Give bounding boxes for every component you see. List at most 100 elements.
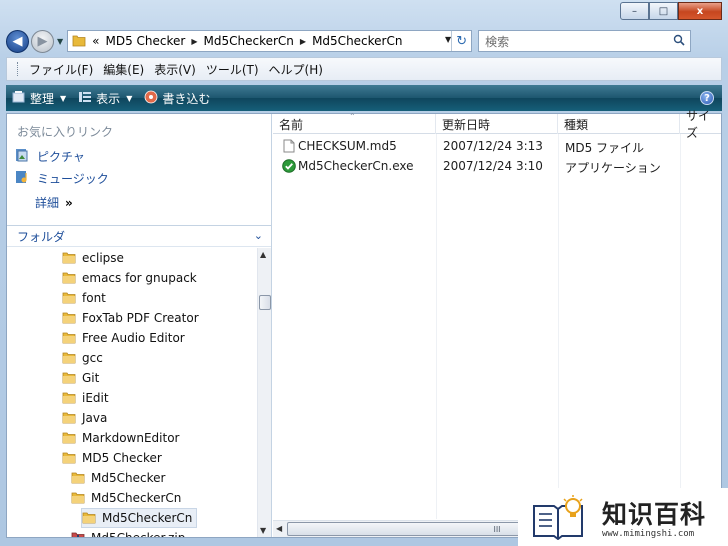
view-button[interactable]: 表示 ▼ bbox=[78, 90, 132, 107]
folder-tree-label: eclipse bbox=[82, 251, 124, 265]
folder-tree-item[interactable]: Java bbox=[62, 408, 107, 428]
double-chevron-icon: » bbox=[65, 196, 73, 210]
breadcrumb-md5-checker[interactable]: MD5 Checker bbox=[106, 34, 186, 48]
column-date[interactable]: 更新日時 bbox=[436, 114, 558, 134]
breadcrumb-separator-icon[interactable]: ▶ bbox=[191, 37, 197, 46]
view-label: 表示 bbox=[96, 91, 121, 106]
breadcrumb-md5checkercn-current[interactable]: Md5CheckerCn bbox=[312, 34, 402, 48]
column-name[interactable]: 名前 ⌃ bbox=[273, 112, 436, 134]
folder-tree-item[interactable]: Git bbox=[62, 368, 99, 388]
folder-tree-item[interactable]: MD5 Checker bbox=[62, 448, 162, 468]
folder-tree-label: Java bbox=[82, 411, 108, 425]
menu-edit[interactable]: 編集(E) bbox=[98, 61, 149, 78]
folder-icon bbox=[62, 310, 76, 327]
column-size[interactable]: サイズ bbox=[680, 109, 720, 140]
vertical-scrollbar[interactable]: ▲ ▼ bbox=[257, 248, 271, 537]
view-icon bbox=[78, 90, 92, 107]
folder-tree-item[interactable]: Md5Checker bbox=[71, 468, 165, 488]
folder-tree-label: FoxTab PDF Creator bbox=[82, 311, 199, 325]
forward-button[interactable]: ▶ bbox=[31, 29, 54, 53]
folder-tree-label: gcc bbox=[82, 351, 103, 365]
folder-icon bbox=[62, 330, 76, 347]
folder-tree-item[interactable]: Md5CheckerCn bbox=[81, 508, 198, 528]
back-button[interactable]: ◀ bbox=[6, 29, 29, 53]
folder-tree-item[interactable]: FoxTab PDF Creator bbox=[62, 308, 199, 328]
search-input[interactable]: 検索 bbox=[478, 30, 692, 52]
column-type[interactable]: 種類 bbox=[558, 114, 680, 134]
folder-tree-item[interactable]: gcc bbox=[62, 348, 103, 368]
folder-icon bbox=[62, 390, 76, 407]
back-arrow-icon: ◀ bbox=[12, 33, 23, 49]
breadcrumb-md5checkercn-parent[interactable]: Md5CheckerCn bbox=[204, 34, 294, 48]
column-size-label: サイズ bbox=[686, 109, 711, 140]
folder-tree-label: Md5CheckerCn bbox=[102, 511, 193, 525]
folders-title: フォルダ bbox=[17, 229, 66, 244]
menu-grip bbox=[17, 62, 20, 76]
recent-pages-dropdown[interactable]: ▼ bbox=[57, 37, 63, 46]
address-overflow[interactable]: « bbox=[92, 34, 99, 48]
refresh-icon: ↻ bbox=[456, 33, 468, 49]
folder-tree-label: Git bbox=[82, 371, 100, 385]
folder-tree-item[interactable]: MarkdownEditor bbox=[62, 428, 179, 448]
watermark-text: 知识百科 www.mimingshi.com bbox=[602, 495, 706, 539]
folder-icon bbox=[62, 410, 76, 427]
folder-icon bbox=[62, 430, 76, 447]
breadcrumb-separator-icon[interactable]: ▶ bbox=[300, 37, 306, 46]
folder-tree-item[interactable]: Md5Checker.zip bbox=[71, 528, 185, 537]
minimize-button[interactable]: – bbox=[620, 2, 649, 20]
file-date: 2007/12/24 3:13 bbox=[443, 139, 543, 153]
close-button[interactable]: x bbox=[678, 2, 722, 20]
file-type: MD5 ファイル bbox=[565, 141, 645, 155]
help-icon[interactable]: ? bbox=[700, 91, 714, 105]
file-list-pane: 名前 ⌃ 更新日時 種類 サイズ CHECKSUM.md5 2007/12/24… bbox=[273, 109, 721, 537]
green-check-icon bbox=[282, 159, 296, 176]
favorites-title: お気に入りリンク bbox=[17, 125, 114, 139]
scroll-left-arrow-icon[interactable]: ◀ bbox=[276, 524, 282, 533]
folder-tree-label: MarkdownEditor bbox=[82, 431, 180, 445]
scroll-up-arrow-icon[interactable]: ▲ bbox=[260, 250, 266, 259]
refresh-button[interactable]: ↻ bbox=[451, 31, 471, 51]
favorite-pictures[interactable]: ピクチャ bbox=[15, 148, 85, 165]
folder-tree-label: Md5Checker bbox=[91, 471, 166, 485]
folder-tree-item[interactable]: emacs for gnupack bbox=[62, 268, 197, 288]
menu-view[interactable]: 表示(V) bbox=[149, 61, 201, 78]
forward-arrow-icon: ▶ bbox=[37, 33, 48, 49]
folder-tree-item[interactable]: font bbox=[62, 288, 106, 308]
music-icon bbox=[15, 170, 29, 187]
folder-tree-label: MD5 Checker bbox=[82, 451, 162, 465]
burn-label: 書き込む bbox=[162, 91, 211, 106]
folder-icon bbox=[71, 470, 85, 487]
scrollbar-thumb[interactable] bbox=[259, 295, 271, 310]
navigation-pane: お気に入りリンク ピクチャ ミュージック 詳細» フォルダ ⌄ eclipse … bbox=[7, 114, 272, 537]
folder-tree-item[interactable]: Md5CheckerCn bbox=[71, 488, 181, 508]
search-placeholder: 検索 bbox=[485, 34, 510, 49]
maximize-button[interactable]: □ bbox=[649, 2, 678, 20]
folder-tree-item[interactable]: eclipse bbox=[62, 248, 124, 268]
search-icon[interactable] bbox=[673, 34, 685, 46]
folders-header[interactable]: フォルダ ⌄ bbox=[7, 225, 271, 247]
chevron-down-icon: ⌄ bbox=[253, 229, 263, 242]
menu-bar: ファイル(F) 編集(E) 表示(V) ツール(T) ヘルプ(H) bbox=[6, 57, 722, 81]
menu-file[interactable]: ファイル(F) bbox=[24, 61, 98, 78]
folder-tree: eclipse emacs for gnupack font FoxTab PDF C… bbox=[7, 248, 257, 537]
scroll-down-arrow-icon[interactable]: ▼ bbox=[260, 526, 266, 535]
favorites-more-link[interactable]: 詳細 » bbox=[35, 194, 73, 211]
favorite-music[interactable]: ミュージック bbox=[15, 170, 109, 187]
folder-tree-item[interactable]: iEdit bbox=[62, 388, 109, 408]
watermark: 知识百科 www.mimingshi.com bbox=[518, 488, 728, 546]
address-bar[interactable]: « MD5 Checker ▶ Md5CheckerCn ▶ Md5Checke… bbox=[67, 30, 473, 52]
more-label: 詳細 bbox=[35, 196, 60, 210]
file-name: CHECKSUM.md5 bbox=[298, 139, 397, 153]
watermark-brand: 知识百科 bbox=[602, 500, 707, 529]
burn-button[interactable]: 書き込む bbox=[144, 90, 210, 107]
folder-icon bbox=[71, 490, 85, 507]
chevron-down-icon: ▼ bbox=[60, 93, 67, 103]
menu-help[interactable]: ヘルプ(H) bbox=[264, 61, 328, 78]
menu-tools[interactable]: ツール(T) bbox=[201, 61, 264, 78]
zip-folder-icon bbox=[71, 530, 85, 537]
folder-tree-item[interactable]: Free Audio Editor bbox=[62, 328, 185, 348]
burn-disc-icon bbox=[144, 90, 158, 107]
organize-button[interactable]: 整理 ▼ bbox=[12, 90, 66, 107]
folder-icon bbox=[62, 270, 76, 287]
organize-label: 整理 bbox=[30, 91, 55, 106]
